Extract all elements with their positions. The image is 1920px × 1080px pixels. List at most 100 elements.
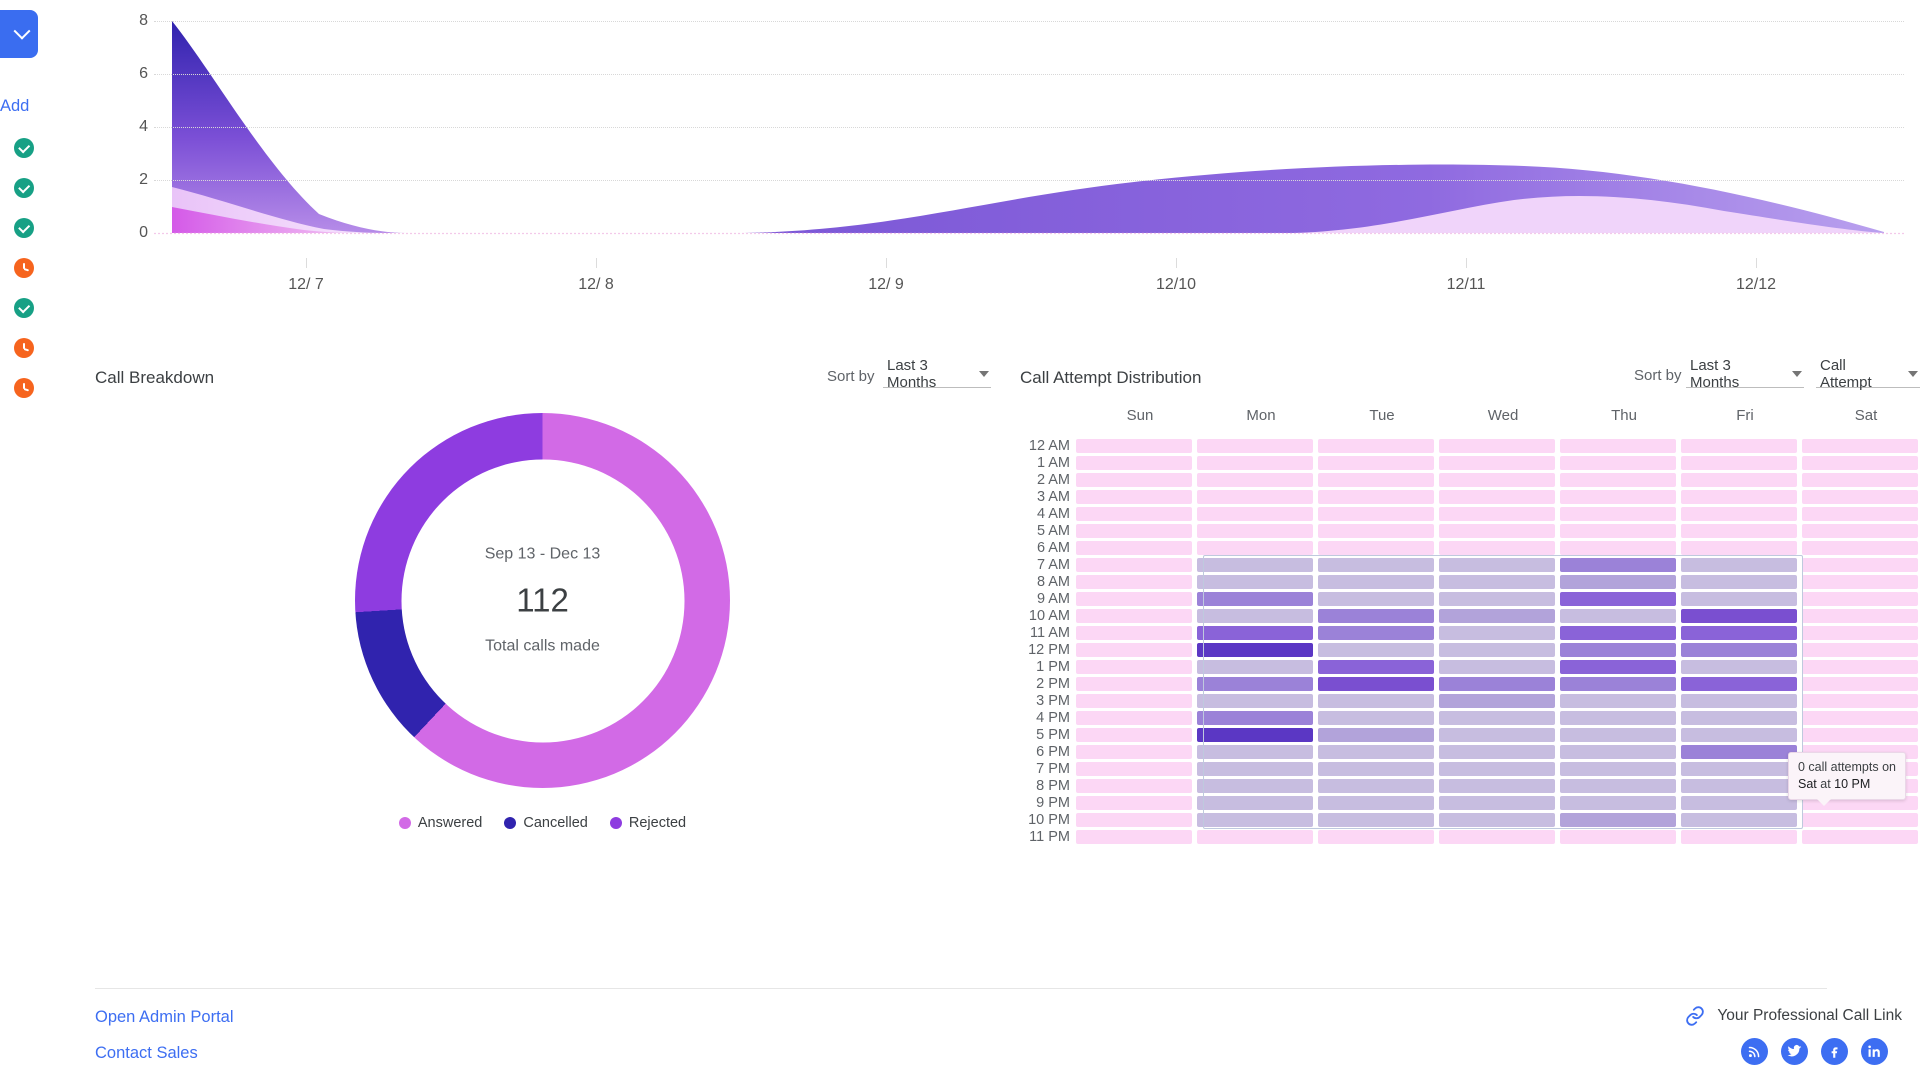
heatmap-cell[interactable] (1439, 608, 1555, 623)
heatmap-cell[interactable] (1076, 472, 1192, 487)
heatmap-cell[interactable] (1197, 693, 1313, 708)
heatmap-cell[interactable] (1802, 676, 1918, 691)
heatmap-cell[interactable] (1439, 795, 1555, 810)
check-circle-icon[interactable] (14, 218, 34, 238)
heatmap-cell[interactable] (1197, 591, 1313, 606)
heatmap-cell[interactable] (1802, 506, 1918, 521)
heatmap-cell[interactable] (1076, 761, 1192, 776)
heatmap-cell[interactable] (1318, 642, 1434, 657)
heatmap-cell[interactable] (1439, 761, 1555, 776)
heatmap-cell[interactable] (1076, 591, 1192, 606)
heatmap-cell[interactable] (1560, 659, 1676, 674)
heatmap-cell[interactable] (1802, 727, 1918, 742)
heatmap-cell[interactable] (1439, 438, 1555, 453)
check-circle-icon[interactable] (14, 178, 34, 198)
heatmap-cell[interactable] (1318, 659, 1434, 674)
heatmap-cell[interactable] (1318, 676, 1434, 691)
heatmap-cell[interactable] (1439, 693, 1555, 708)
add-button[interactable]: Add (0, 97, 29, 116)
heatmap-cell[interactable] (1560, 829, 1676, 844)
heatmap-cell[interactable] (1560, 557, 1676, 572)
heatmap-cell[interactable] (1802, 591, 1918, 606)
heatmap-cell[interactable] (1681, 744, 1797, 759)
heatmap-cell[interactable] (1802, 557, 1918, 572)
distribution-metric-select[interactable]: Call Attempt (1816, 357, 1920, 391)
heatmap-cell[interactable] (1318, 472, 1434, 487)
heatmap-cell[interactable] (1197, 625, 1313, 640)
heatmap-cell[interactable] (1681, 557, 1797, 572)
heatmap-cell[interactable] (1560, 693, 1676, 708)
heatmap-cell[interactable] (1681, 489, 1797, 504)
heatmap-cell[interactable] (1076, 642, 1192, 657)
heatmap-cell[interactable] (1076, 489, 1192, 504)
heatmap-cell[interactable] (1318, 795, 1434, 810)
heatmap-cell[interactable] (1681, 506, 1797, 521)
heatmap-cell[interactable] (1560, 710, 1676, 725)
heatmap-cell[interactable] (1197, 795, 1313, 810)
heatmap-cell[interactable] (1197, 472, 1313, 487)
heatmap-cell[interactable] (1439, 489, 1555, 504)
heatmap-cell[interactable] (1439, 472, 1555, 487)
heatmap-cell[interactable] (1560, 540, 1676, 555)
heatmap-cell[interactable] (1560, 761, 1676, 776)
heatmap-cell[interactable] (1076, 625, 1192, 640)
heatmap-cell[interactable] (1439, 710, 1555, 725)
heatmap-cell[interactable] (1681, 761, 1797, 776)
linkedin-icon[interactable] (1861, 1038, 1888, 1065)
heatmap-cell[interactable] (1560, 778, 1676, 793)
heatmap-cell[interactable] (1439, 506, 1555, 521)
heatmap-cell[interactable] (1802, 642, 1918, 657)
heatmap-cell[interactable] (1318, 540, 1434, 555)
heatmap-cell[interactable] (1076, 540, 1192, 555)
heatmap-cell[interactable] (1318, 625, 1434, 640)
heatmap-cell[interactable] (1681, 795, 1797, 810)
heatmap-cell[interactable] (1681, 523, 1797, 538)
heatmap-cell[interactable] (1318, 523, 1434, 538)
heatmap-cell[interactable] (1197, 438, 1313, 453)
heatmap-cell[interactable] (1197, 761, 1313, 776)
heatmap-cell[interactable] (1681, 659, 1797, 674)
heatmap-cell[interactable] (1681, 438, 1797, 453)
call-breakdown-range-select[interactable]: Last 3 Months (883, 357, 991, 391)
heatmap-cell[interactable] (1318, 438, 1434, 453)
contact-sales-link[interactable]: Contact Sales (95, 1044, 198, 1063)
open-admin-portal-link[interactable]: Open Admin Portal (95, 1008, 234, 1027)
heatmap-cell[interactable] (1076, 676, 1192, 691)
heatmap-cell[interactable] (1802, 523, 1918, 538)
check-circle-icon[interactable] (14, 138, 34, 158)
heatmap-cell[interactable] (1439, 676, 1555, 691)
heatmap-cell[interactable] (1560, 625, 1676, 640)
heatmap-cell[interactable] (1076, 727, 1192, 742)
heatmap-cell[interactable] (1681, 693, 1797, 708)
heatmap-cell[interactable] (1681, 727, 1797, 742)
heatmap-cell[interactable] (1318, 557, 1434, 572)
heatmap-cell[interactable] (1197, 727, 1313, 742)
rss-icon[interactable] (1741, 1038, 1768, 1065)
heatmap-cell[interactable] (1197, 506, 1313, 521)
heatmap-cell[interactable] (1439, 829, 1555, 844)
heatmap-cell[interactable] (1681, 676, 1797, 691)
legend-item[interactable]: Rejected (609, 815, 686, 831)
heatmap-cell[interactable] (1439, 574, 1555, 589)
heatmap-cell[interactable] (1560, 676, 1676, 691)
heatmap-cell[interactable] (1439, 557, 1555, 572)
heatmap-cell[interactable] (1197, 455, 1313, 470)
heatmap-cell[interactable] (1318, 591, 1434, 606)
heatmap-cell[interactable] (1802, 438, 1918, 453)
heatmap-cell[interactable] (1681, 778, 1797, 793)
heatmap-cell[interactable] (1318, 778, 1434, 793)
heatmap-cell[interactable] (1318, 608, 1434, 623)
heatmap-cell[interactable] (1560, 744, 1676, 759)
heatmap-cell[interactable] (1076, 523, 1192, 538)
heatmap-cell[interactable] (1076, 455, 1192, 470)
heatmap-cell[interactable] (1197, 710, 1313, 725)
heatmap-cell[interactable] (1560, 455, 1676, 470)
heatmap-cell[interactable] (1802, 574, 1918, 589)
heatmap-cell[interactable] (1681, 540, 1797, 555)
heatmap-cell[interactable] (1681, 812, 1797, 827)
heatmap-cell[interactable] (1076, 744, 1192, 759)
heatmap-cell[interactable] (1076, 438, 1192, 453)
heatmap-cell[interactable] (1802, 829, 1918, 844)
heatmap-cell[interactable] (1439, 625, 1555, 640)
heatmap-cell[interactable] (1197, 523, 1313, 538)
